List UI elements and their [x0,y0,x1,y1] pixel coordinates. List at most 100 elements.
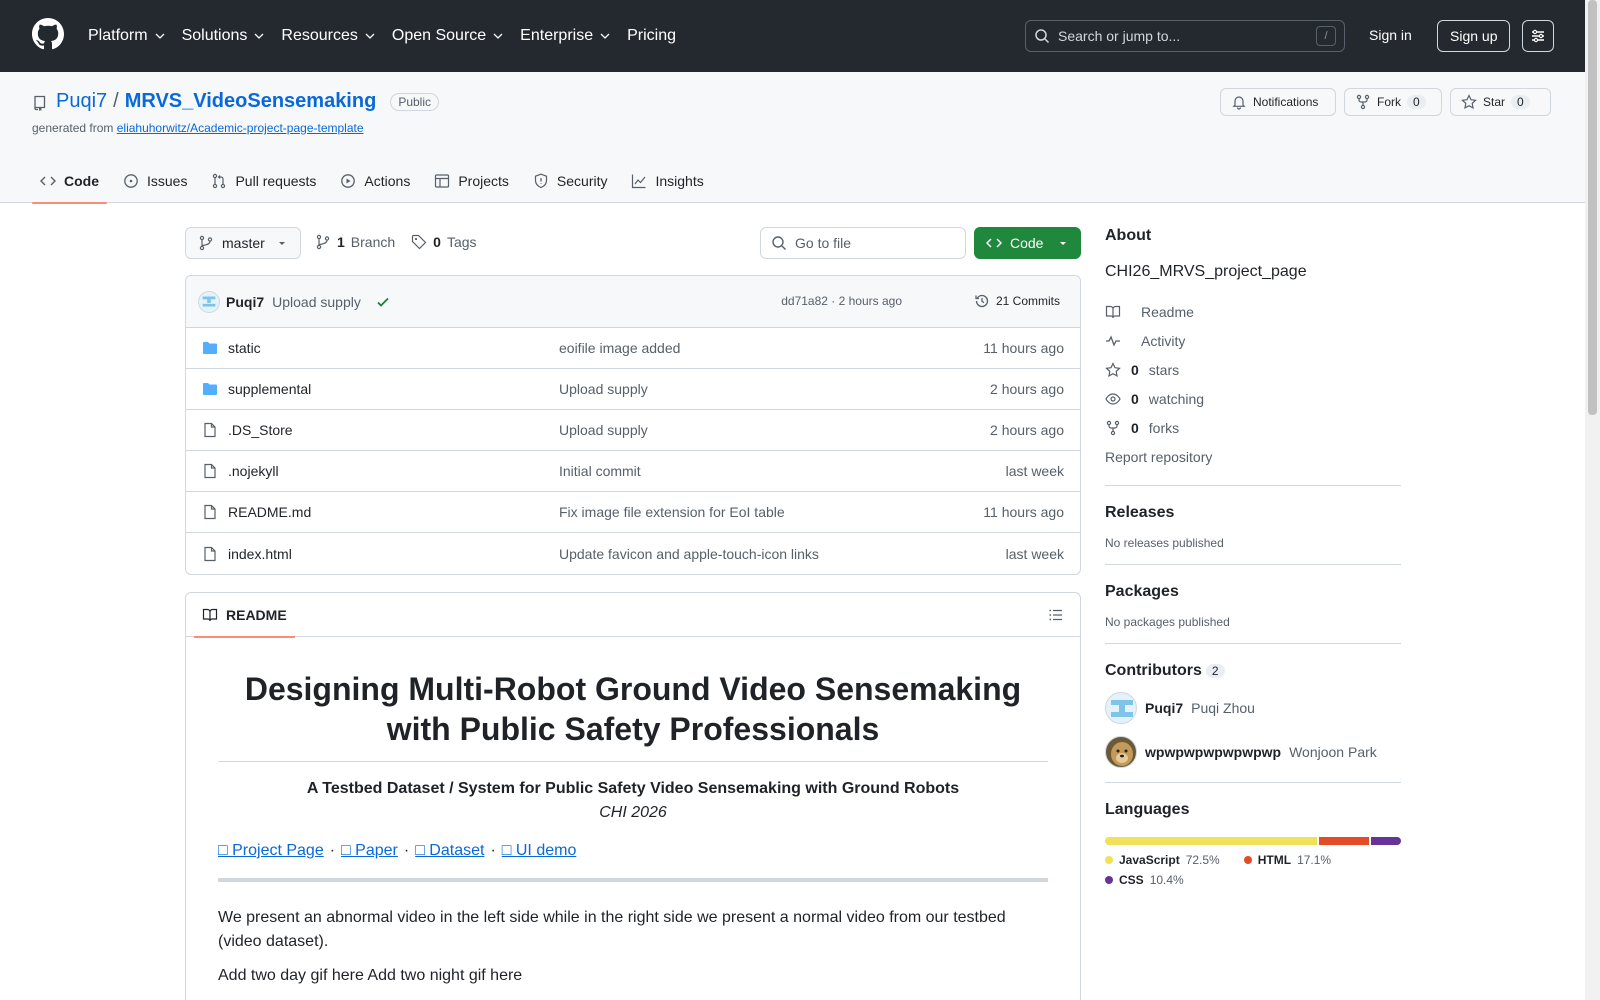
file-name[interactable]: .nojekyll [228,463,559,479]
settings-menu-button[interactable] [1522,20,1554,52]
pulse-icon [1106,334,1120,347]
language-bar [1105,837,1401,845]
search-icon [1035,29,1050,44]
file-name[interactable]: supplemental [228,381,559,397]
file-icon [204,504,216,520]
file-name[interactable]: static [228,340,559,356]
identicon-icon [1111,700,1133,717]
file-row[interactable]: supplemental Upload supply 2 hours ago [186,369,1080,410]
nav-resources[interactable]: Resources [281,27,375,45]
readme-body: Designing Multi-Robot Ground Video Sense… [186,637,1080,988]
tab-issues[interactable]: Issues [115,159,195,203]
language-percent: 72.5% [1185,853,1220,867]
readme-link[interactable]: Readme [1105,297,1401,326]
commit-hash-time[interactable]: dd71a82 · 2 hours ago [781,294,902,308]
nav-platform[interactable]: Platform [88,27,166,45]
eye-icon [1105,392,1121,405]
template-link[interactable]: eliahuhorwitz/Academic-project-page-temp… [117,121,364,135]
github-logo-icon[interactable] [32,18,64,50]
tab-actions[interactable]: Actions [332,159,418,203]
file-row[interactable]: static eoifile image added 11 hours ago [186,328,1080,369]
file-commit-message[interactable]: Update favicon and apple-touch-icon link… [559,546,819,562]
tab-projects[interactable]: Projects [426,159,517,203]
tab-pull-requests[interactable]: Pull requests [203,159,324,203]
nav-enterprise[interactable]: Enterprise [520,27,611,45]
play-icon [341,174,356,188]
readme-tab[interactable]: README [194,593,295,638]
file-name[interactable]: README.md [228,504,559,520]
commit-message[interactable]: Upload supply [272,294,361,310]
sign-in-link[interactable]: Sign in [1369,27,1412,43]
avatar[interactable] [1105,692,1137,724]
global-search-input[interactable]: Search or jump to... / [1025,20,1345,52]
page-scrollbar[interactable] [1585,0,1600,1000]
tab-code[interactable]: Code [32,159,107,204]
tags-link[interactable]: 0 Tags [411,234,477,250]
file-commit-time: 11 hours ago [983,340,1064,356]
watchers-link[interactable]: 0 watching [1105,384,1401,413]
file-commit-time: last week [1005,545,1064,562]
file-commit-message[interactable]: Upload supply [559,381,648,397]
project-page-link[interactable]: □ Project Page [218,842,324,860]
sign-up-button[interactable]: Sign up [1437,20,1511,52]
avatar[interactable] [198,290,220,313]
file-row[interactable]: README.md Fix image file extension for E… [186,492,1080,533]
releases-heading[interactable]: Releases [1105,504,1401,522]
fork-label: Fork [1377,95,1401,109]
chevron-down-icon [254,33,264,39]
contributor[interactable]: Puqi7 Puqi Zhou [1105,692,1401,724]
list-icon[interactable] [1048,607,1064,623]
avatar[interactable] [1105,736,1137,768]
contributor-login[interactable]: wpwpwpwpwpwpwp [1145,744,1281,760]
dog-avatar-icon [1111,742,1133,766]
notifications-button[interactable]: Notifications [1220,88,1336,116]
language-item[interactable]: CSS 10.4% [1105,873,1184,887]
repo-name-link[interactable]: MRVS_VideoSensemaking [125,90,377,113]
stars-link[interactable]: 0 stars [1105,355,1401,384]
scrollbar-thumb[interactable] [1588,0,1597,415]
tab-security[interactable]: Security [525,159,616,203]
nav-solutions[interactable]: Solutions [182,27,266,45]
file-name[interactable]: .DS_Store [228,422,559,438]
ui-demo-link[interactable]: □ UI demo [502,842,577,860]
contributor[interactable]: wpwpwpwpwpwpwp Wonjoon Park [1105,736,1401,768]
tab-label: Projects [458,173,509,189]
language-name: CSS [1119,873,1144,887]
file-commit-message[interactable]: eoifile image added [559,340,680,356]
paper-link[interactable]: □ Paper [341,842,398,860]
commit-author[interactable]: Puqi7 [226,294,264,310]
file-row[interactable]: .nojekyll Initial commit last week [186,451,1080,492]
language-item[interactable]: HTML 17.1% [1243,853,1331,867]
forks-link[interactable]: 0 forks [1105,413,1401,442]
packages-heading[interactable]: Packages [1105,583,1401,601]
report-repository-link[interactable]: Report repository [1105,442,1401,471]
branch-select-button[interactable]: master [185,227,301,259]
dataset-link[interactable]: □ Dataset [415,842,484,860]
chevron-down-icon [493,33,503,39]
activity-link[interactable]: Activity [1105,326,1401,355]
file-row[interactable]: index.html Update favicon and apple-touc… [186,533,1080,574]
tab-insights[interactable]: Insights [623,159,711,203]
file-commit-message[interactable]: Upload supply [559,422,648,438]
go-to-file-input[interactable]: Go to file [760,227,966,259]
commits-link[interactable]: 21 Commits [974,293,1060,309]
code-dropdown-button[interactable]: Code [974,227,1081,259]
fork-button[interactable]: Fork 0 [1344,88,1442,116]
nav-open-source[interactable]: Open Source [392,27,504,45]
nav-label: Platform [88,27,148,44]
nav-pricing[interactable]: Pricing [627,27,676,45]
language-item[interactable]: JavaScript 72.5% [1105,853,1220,867]
contributor-login[interactable]: Puqi7 [1145,700,1183,716]
star-button[interactable]: Star 0 [1450,88,1551,116]
file-commit-message[interactable]: Fix image file extension for EoI table [559,504,785,520]
repo-owner-link[interactable]: Puqi7 [56,90,107,113]
sliders-icon [1532,29,1544,43]
file-row[interactable]: .DS_Store Upload supply 2 hours ago [186,410,1080,451]
nav-label: Pricing [627,27,676,44]
file-commit-message[interactable]: Initial commit [559,463,641,479]
check-icon[interactable] [375,294,391,310]
contributors-heading[interactable]: Contributors 2 [1105,662,1401,680]
branches-link[interactable]: 1 Branch [315,234,395,250]
file-name[interactable]: index.html [228,546,559,562]
nav-label: Enterprise [520,27,594,44]
